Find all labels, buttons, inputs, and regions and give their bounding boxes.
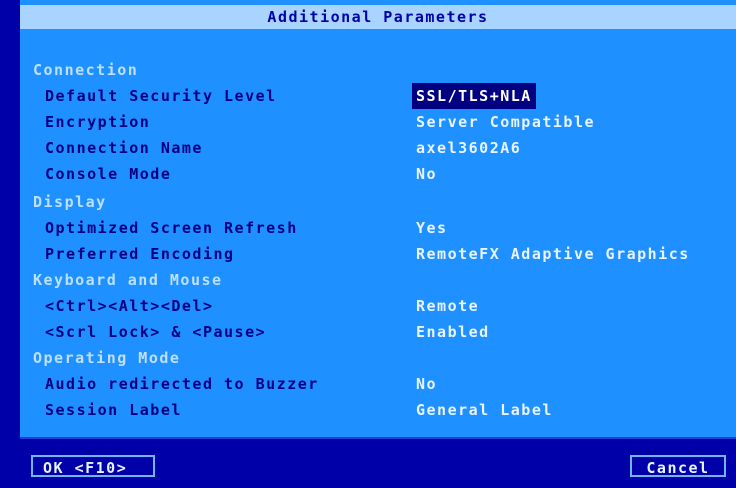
label-console-mode: Console Mode [45, 165, 172, 183]
dialog-title: Additional Parameters [20, 5, 736, 29]
section-display: Display [33, 193, 107, 211]
section-keyboard-and-mouse: Keyboard and Mouse [33, 271, 223, 289]
label-session-label: Session Label [45, 401, 182, 419]
cancel-button[interactable]: Cancel [630, 455, 726, 477]
value-console-mode[interactable]: No [416, 161, 437, 187]
label-preferred-encoding: Preferred Encoding [45, 245, 235, 263]
value-scrl-lock-pause[interactable]: Enabled [416, 319, 490, 345]
value-preferred-encoding[interactable]: RemoteFX Adaptive Graphics [416, 241, 690, 267]
value-optimized-screen-refresh[interactable]: Yes [416, 215, 448, 241]
value-ctrl-alt-del[interactable]: Remote [416, 293, 479, 319]
label-scrl-lock-pause: <Scrl Lock> & <Pause> [45, 323, 267, 341]
label-optimized-screen-refresh: Optimized Screen Refresh [45, 219, 298, 237]
terminal-screen: Additional Parameters Connection Default… [0, 0, 736, 488]
label-default-security-level: Default Security Level [45, 87, 277, 105]
label-connection-name: Connection Name [45, 139, 203, 157]
label-ctrl-alt-del: <Ctrl><Alt><Del> [45, 297, 214, 315]
label-encryption: Encryption [45, 113, 151, 131]
value-default-security-level[interactable]: SSL/TLS+NLA [412, 83, 536, 109]
label-audio-redirected-to-buzzer: Audio redirected to Buzzer [45, 375, 319, 393]
value-encryption[interactable]: Server Compatible [416, 109, 595, 135]
value-audio-redirected-to-buzzer[interactable]: No [416, 371, 437, 397]
section-connection: Connection [33, 61, 139, 79]
value-connection-name[interactable]: axel3602A6 [416, 135, 521, 161]
ok-button[interactable]: OK <F10> [31, 455, 155, 477]
value-session-label[interactable]: General Label [416, 397, 553, 423]
section-operating-mode: Operating Mode [33, 349, 181, 367]
